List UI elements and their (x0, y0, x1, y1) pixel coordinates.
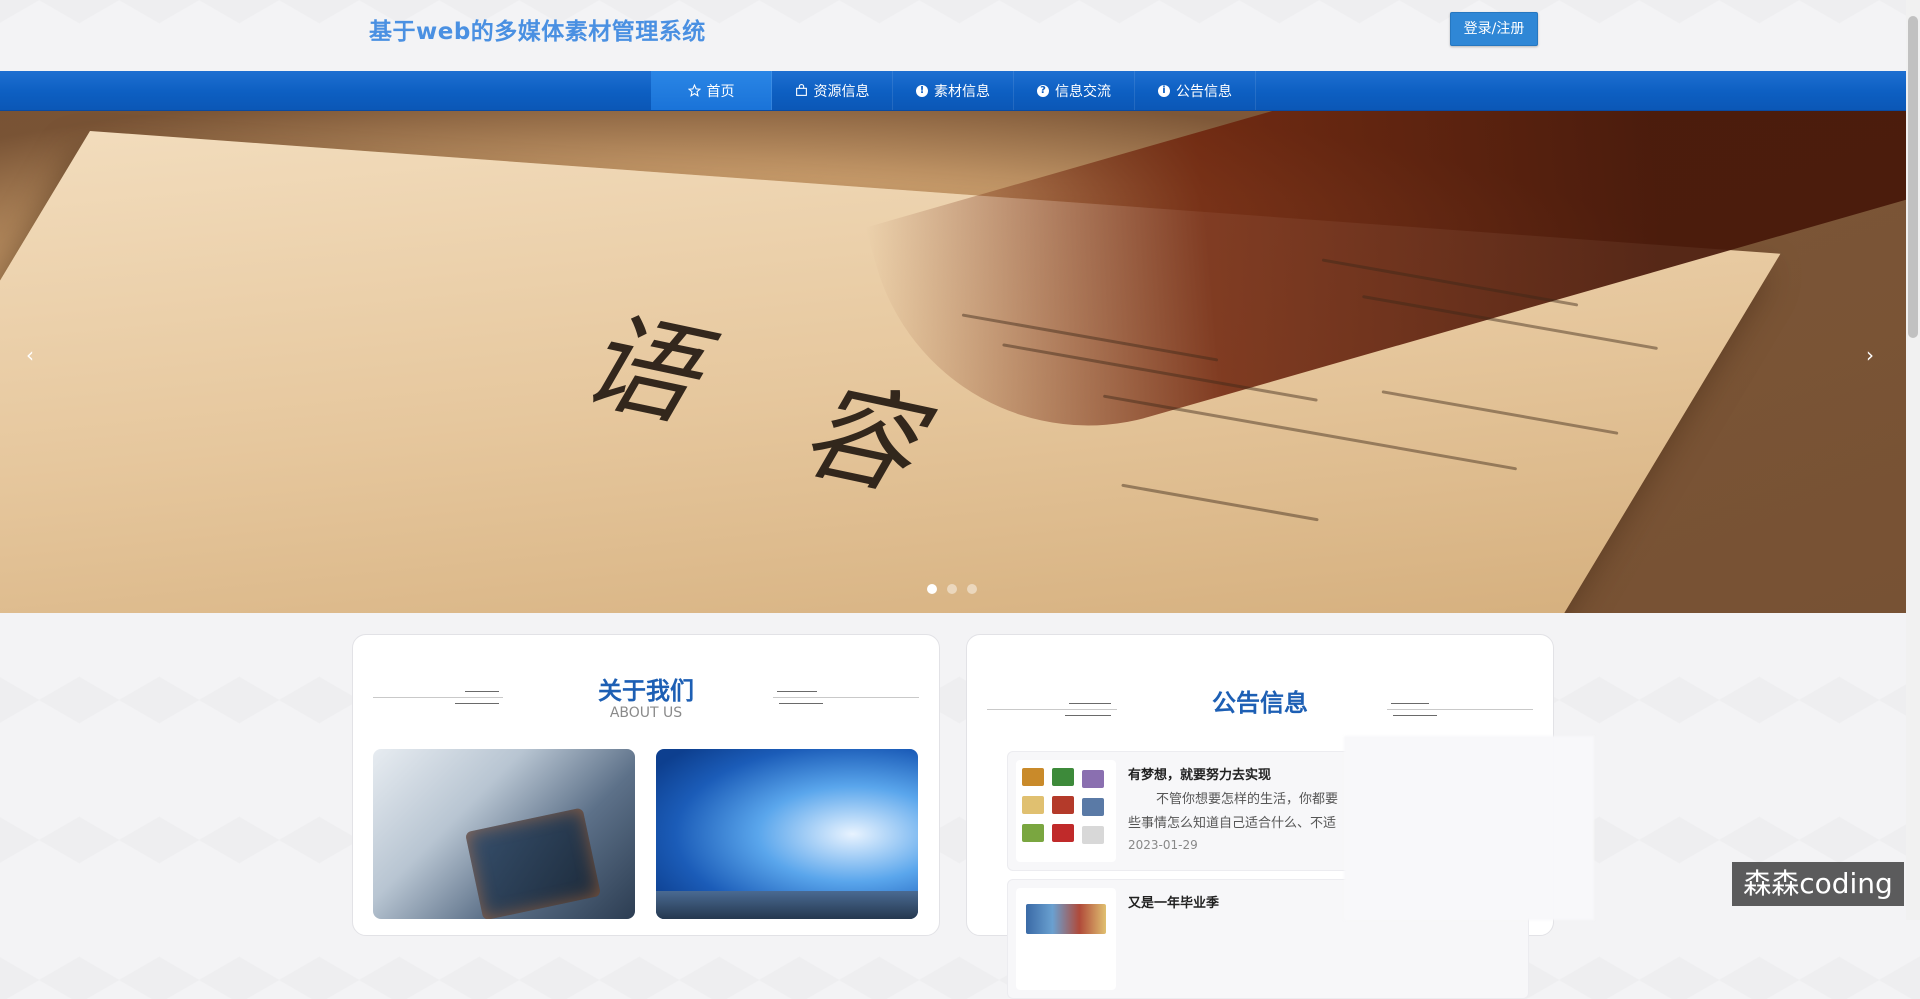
notice-thumbnail (1016, 760, 1116, 862)
about-image-city (656, 749, 918, 919)
notice-item-body: 些事情怎么知道自己适合什么、不适 (1128, 816, 1337, 831)
about-title: 关于我们 (598, 677, 694, 705)
title-divider-accent (455, 703, 499, 704)
book-icon (1082, 826, 1104, 844)
title-divider-accent (1069, 703, 1111, 704)
nav-label: 素材信息 (934, 83, 990, 100)
nav-label: 资源信息 (813, 83, 870, 100)
notice-item-date: 2023-01-29 (1128, 838, 1198, 852)
nav-label: 首页 (706, 83, 735, 100)
nav-item-announcements[interactable]: i 公告信息 (1135, 71, 1256, 110)
about-subtitle: ABOUT US (609, 705, 683, 721)
about-image-tablet (373, 749, 635, 919)
title-divider-accent (1391, 703, 1429, 704)
star-icon (687, 84, 701, 97)
nav-item-materials[interactable]: ! 素材信息 (893, 71, 1014, 110)
title-divider-accent (777, 691, 817, 692)
header: 基于web的多媒体素材管理系统 登录/注册 (0, 0, 1906, 70)
info-circle-icon: i (1158, 84, 1170, 97)
nav-item-resources[interactable]: 资源信息 (772, 71, 893, 110)
notice-item-body: 不管你想要怎样的生活，你都要 (1156, 792, 1339, 807)
book-icon (1022, 768, 1044, 786)
site-title: 基于web的多媒体素材管理系统 (369, 19, 706, 45)
scrollbar-thumb[interactable] (1908, 16, 1918, 338)
notice-item-title: 有梦想，就要努力去实现 (1128, 768, 1272, 783)
title-divider-accent (1393, 715, 1437, 716)
page-scrollbar[interactable] (1906, 0, 1920, 920)
nav-label: 公告信息 (1176, 83, 1232, 100)
carousel-dot[interactable] (927, 584, 937, 594)
nav-item-exchange[interactable]: ? 信息交流 (1014, 71, 1135, 110)
bag-icon (795, 84, 808, 97)
notice-title: 公告信息 (1212, 689, 1308, 717)
nav-label: 信息交流 (1055, 83, 1111, 100)
carousel-prev-arrow[interactable]: ‹ (26, 343, 34, 367)
title-divider-accent (1065, 715, 1111, 716)
about-us-card: 关于我们 ABOUT US (352, 634, 940, 936)
blurred-overlay (1344, 736, 1594, 920)
title-divider (373, 697, 503, 698)
carousel-next-arrow[interactable]: › (1866, 343, 1874, 367)
title-divider (1387, 709, 1533, 710)
title-divider-accent (465, 691, 499, 692)
carousel-indicators (927, 584, 977, 594)
title-divider-accent (779, 703, 823, 704)
books-shelf-icon (1026, 904, 1106, 934)
book-icon (1082, 798, 1104, 816)
question-circle-icon: ? (1037, 84, 1049, 97)
title-divider (987, 709, 1117, 710)
notice-item-title: 又是一年毕业季 (1128, 896, 1220, 911)
book-icon (1052, 824, 1074, 842)
watermark-label: 森森coding (1732, 862, 1904, 906)
info-circle-icon: ! (916, 84, 928, 97)
book-icon (1022, 796, 1044, 814)
login-register-button[interactable]: 登录/注册 (1450, 12, 1538, 46)
carousel-dot[interactable] (947, 584, 957, 594)
main-nav: 首页 资源信息 ! 素材信息 ? 信息交流 i 公告信息 (0, 71, 1906, 112)
nav-item-home[interactable]: 首页 (651, 71, 772, 110)
title-divider (773, 697, 919, 698)
hero-carousel[interactable]: 语 容 ‹ › (0, 111, 1906, 613)
carousel-dot[interactable] (967, 584, 977, 594)
book-icon (1082, 770, 1104, 788)
notice-thumbnail (1016, 888, 1116, 990)
book-icon (1052, 796, 1074, 814)
book-icon (1022, 824, 1044, 842)
book-icon (1052, 768, 1074, 786)
